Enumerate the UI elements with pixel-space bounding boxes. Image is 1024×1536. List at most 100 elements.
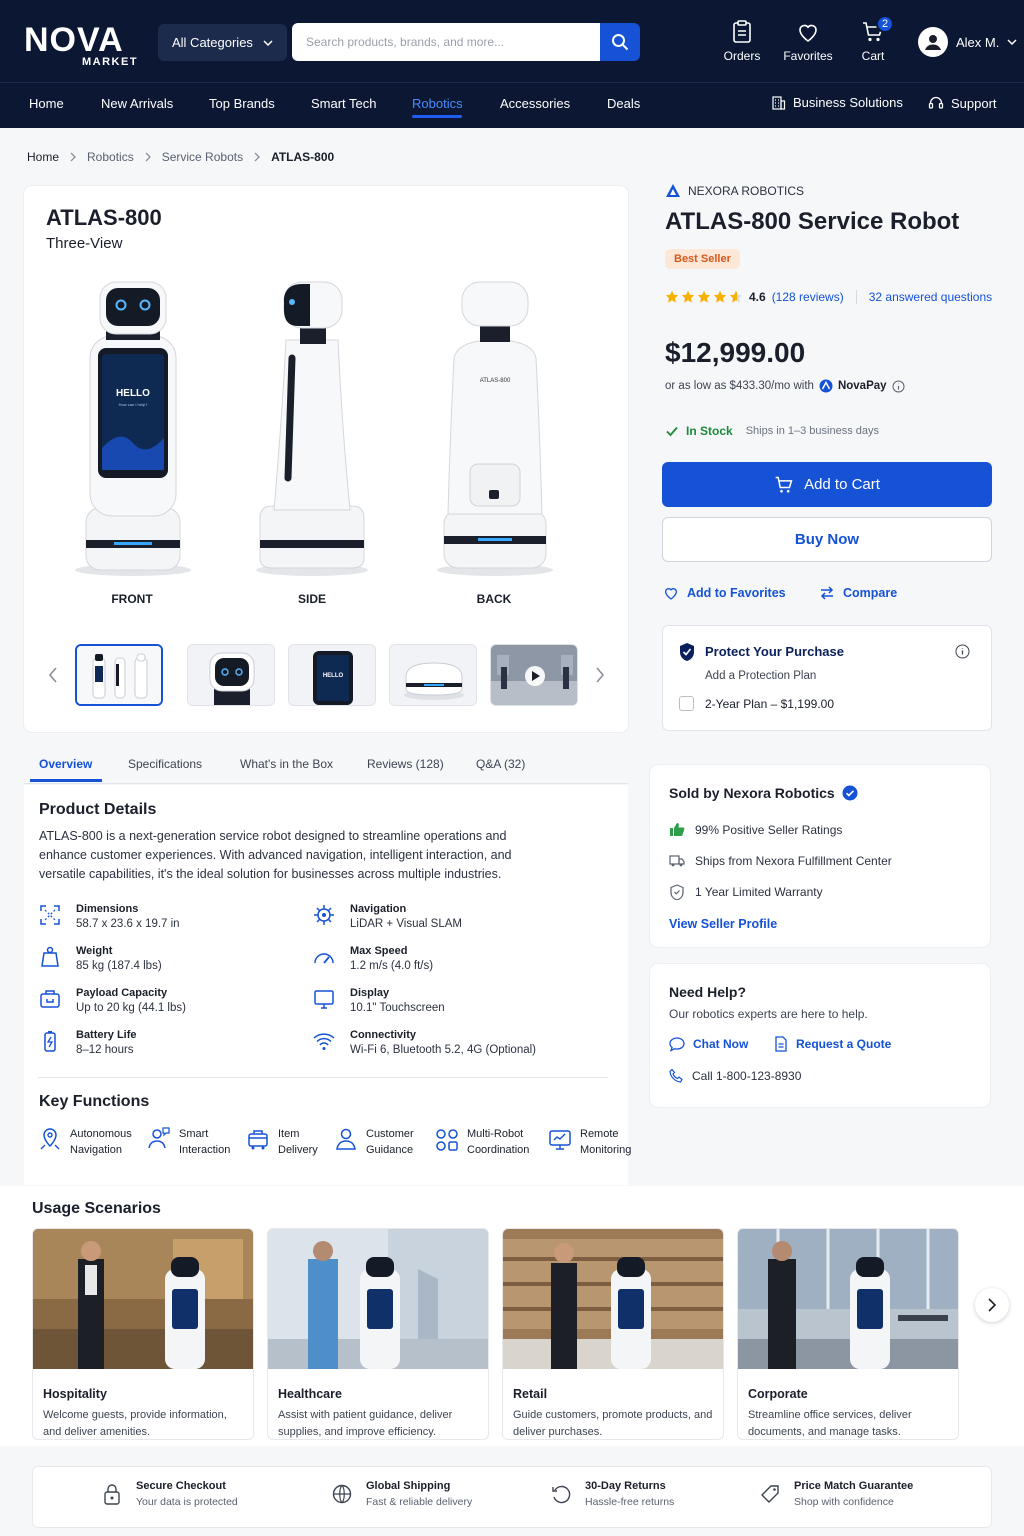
scenario-card-healthcare[interactable]: Healthcare Assist with patient guidance,…	[267, 1228, 489, 1440]
star-icon	[681, 290, 695, 303]
info-icon[interactable]	[892, 380, 905, 393]
heart-icon	[799, 24, 817, 42]
search-input[interactable]	[292, 23, 601, 61]
scenario-card-hospitality[interactable]: Hospitality Welcome guests, provide info…	[32, 1228, 254, 1440]
phone-link[interactable]: Call 1-800-123-8930	[669, 1068, 801, 1083]
info-icon[interactable]	[955, 644, 970, 659]
breadcrumb-service-robots[interactable]: Service Robots	[162, 150, 243, 164]
lock-icon	[104, 1484, 120, 1505]
logo[interactable]: NOVA MARKET	[24, 22, 137, 70]
account-menu[interactable]: Alex M.	[918, 27, 1017, 57]
spec-weight: Weight 85 kg (187.4 lbs)	[38, 945, 162, 972]
tab-reviews[interactable]: Reviews (128)	[367, 757, 444, 771]
view-seller-profile-link[interactable]: View Seller Profile	[669, 917, 777, 931]
nav-business-solutions[interactable]: Business Solutions	[771, 95, 903, 110]
add-to-cart-label: Add to Cart	[804, 476, 880, 493]
divider	[855, 290, 857, 304]
reviews-link[interactable]: (128 reviews)	[772, 290, 844, 304]
trust-subtitle: Fast & reliable delivery	[366, 1496, 473, 1508]
tab-whats-in-the-box[interactable]: What's in the Box	[240, 757, 333, 771]
nav-home[interactable]: Home	[29, 96, 64, 111]
add-to-favorites-button[interactable]: Add to Favorites	[663, 585, 786, 601]
nav-support[interactable]: Support	[928, 95, 997, 111]
spec-value: Wi-Fi 6, Bluetooth 5.2, 4G (Optional)	[350, 1044, 536, 1056]
thumbnail-screen[interactable]: HELLO	[288, 644, 376, 706]
divider	[38, 1077, 608, 1078]
chat-now-button[interactable]: Chat Now	[669, 1036, 748, 1052]
orders-button[interactable]: Orders	[714, 20, 770, 63]
thumbnail-face[interactable]	[187, 644, 275, 706]
breadcrumb-home[interactable]: Home	[27, 150, 59, 164]
spec-battery: Battery Life 8–12 hours	[38, 1029, 137, 1056]
brand-link[interactable]: NEXORA ROBOTICS	[665, 183, 804, 199]
search-button[interactable]	[600, 23, 640, 61]
spec-label: Payload Capacity	[76, 987, 168, 999]
seller-ratings: 99% Positive Seller Ratings	[669, 822, 842, 837]
best-seller-badge: Best Seller	[665, 249, 740, 269]
rating-stars	[665, 290, 743, 304]
nav-smart-tech[interactable]: Smart Tech	[311, 96, 377, 111]
person-chat-icon	[148, 1127, 170, 1149]
product-description: ATLAS-800 is a next-generation service r…	[39, 829, 512, 881]
key-function-line: Smart	[179, 1128, 209, 1140]
questions-link[interactable]: 32 answered questions	[869, 290, 992, 304]
shield-check-icon	[680, 643, 694, 661]
thumbnail-screen-text: HELLO	[323, 673, 344, 679]
seller-ratings-text: 99% Positive Seller Ratings	[695, 822, 843, 837]
breadcrumb-robotics[interactable]: Robotics	[87, 150, 134, 164]
gallery-prev-icon[interactable]	[47, 666, 59, 684]
nav-accessories[interactable]: Accessories	[500, 96, 570, 111]
gallery-next-icon[interactable]	[594, 666, 606, 684]
thumbnail-video[interactable]	[490, 644, 578, 706]
spec-value: 8–12 hours	[76, 1044, 134, 1056]
orders-icon	[733, 20, 751, 43]
finance-brand: NovaPay	[837, 380, 887, 392]
protect-title: Protect Your Purchase	[705, 644, 844, 659]
favorites-button[interactable]: Favorites	[780, 20, 836, 63]
scenario-image-healthcare	[268, 1229, 488, 1369]
scenario-card-retail[interactable]: Retail Guide customers, promote products…	[502, 1228, 724, 1440]
scenario-card-corporate[interactable]: Corporate Streamline office services, de…	[737, 1228, 959, 1440]
cart-icon	[775, 476, 793, 493]
buy-now-button[interactable]: Buy Now	[662, 517, 992, 562]
tab-qa[interactable]: Q&A (32)	[476, 757, 525, 771]
scenario-description: Guide customers, promote products, and d…	[513, 1409, 713, 1438]
nav-deals[interactable]: Deals	[607, 96, 640, 111]
spec-connectivity: Connectivity Wi-Fi 6, Bluetooth 5.2, 4G (…	[312, 1029, 536, 1056]
request-quote-button[interactable]: Request a Quote	[774, 1036, 891, 1052]
scenarios-next-button[interactable]	[975, 1288, 1009, 1322]
thumbnail-base[interactable]	[389, 644, 477, 706]
categories-dropdown[interactable]: All Categories	[158, 24, 287, 61]
nav-robotics[interactable]: Robotics	[412, 96, 463, 111]
view-label-side: SIDE	[297, 592, 326, 606]
user-name: Alex M.	[956, 34, 1000, 50]
verified-badge-icon	[842, 785, 858, 801]
gallery-title: ATLAS-800	[46, 205, 162, 230]
product-details-heading: Product Details	[39, 801, 157, 818]
finance-text: or as low as $433.30/mo with	[665, 380, 814, 392]
favorites-label: Favorites	[783, 49, 833, 63]
shield-icon	[670, 884, 684, 900]
rating-value: 4.6	[749, 290, 766, 304]
trust-subtitle: Hassle-free returns	[585, 1496, 675, 1508]
nav-new-arrivals[interactable]: New Arrivals	[101, 96, 173, 111]
protection-plan-checkbox[interactable]	[679, 696, 694, 711]
scenario-description: Welcome guests, provide information, and…	[43, 1409, 227, 1438]
nav-top-brands[interactable]: Top Brands	[209, 96, 275, 111]
add-to-cart-button[interactable]: Add to Cart	[662, 462, 992, 507]
thumbnail-three-view[interactable]	[75, 644, 163, 706]
compare-icon	[820, 586, 834, 600]
star-icon	[729, 290, 743, 303]
gallery-subtitle: Three-View	[46, 235, 123, 252]
ships-label: Ships in 1–3 business days	[745, 425, 879, 437]
compare-button[interactable]: Compare	[819, 585, 897, 601]
search-icon	[612, 34, 629, 51]
tab-overview[interactable]: Overview	[39, 757, 92, 771]
request-quote-label: Request a Quote	[796, 1037, 892, 1051]
return-arrow-icon	[552, 1485, 571, 1504]
view-label-front: FRONT	[111, 592, 153, 606]
tab-specifications[interactable]: Specifications	[128, 757, 202, 771]
chevron-right-icon	[145, 152, 151, 162]
avatar	[918, 27, 948, 57]
key-function-line: Interaction	[179, 1144, 231, 1156]
